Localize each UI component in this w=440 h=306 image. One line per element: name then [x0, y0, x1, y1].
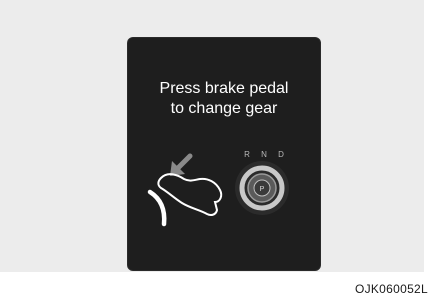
gear-dial-icon: P [235, 161, 289, 215]
brake-pedal-icon [147, 189, 167, 227]
selected-gear-label: P [260, 186, 265, 193]
figure-code: OJK060052L [354, 282, 428, 296]
gear-label-r: R [244, 150, 250, 159]
foot-icon [157, 173, 223, 216]
gear-label-n: N [261, 150, 267, 159]
gear-position-labels: R N D [240, 150, 288, 159]
cluster-display: Press brake pedal to change gear P R N D [128, 38, 320, 270]
gear-label-d: D [278, 150, 284, 159]
illustration-frame: Press brake pedal to change gear P R N D [0, 0, 424, 272]
display-artwork: P [147, 153, 289, 227]
down-left-arrow-icon [170, 153, 193, 176]
